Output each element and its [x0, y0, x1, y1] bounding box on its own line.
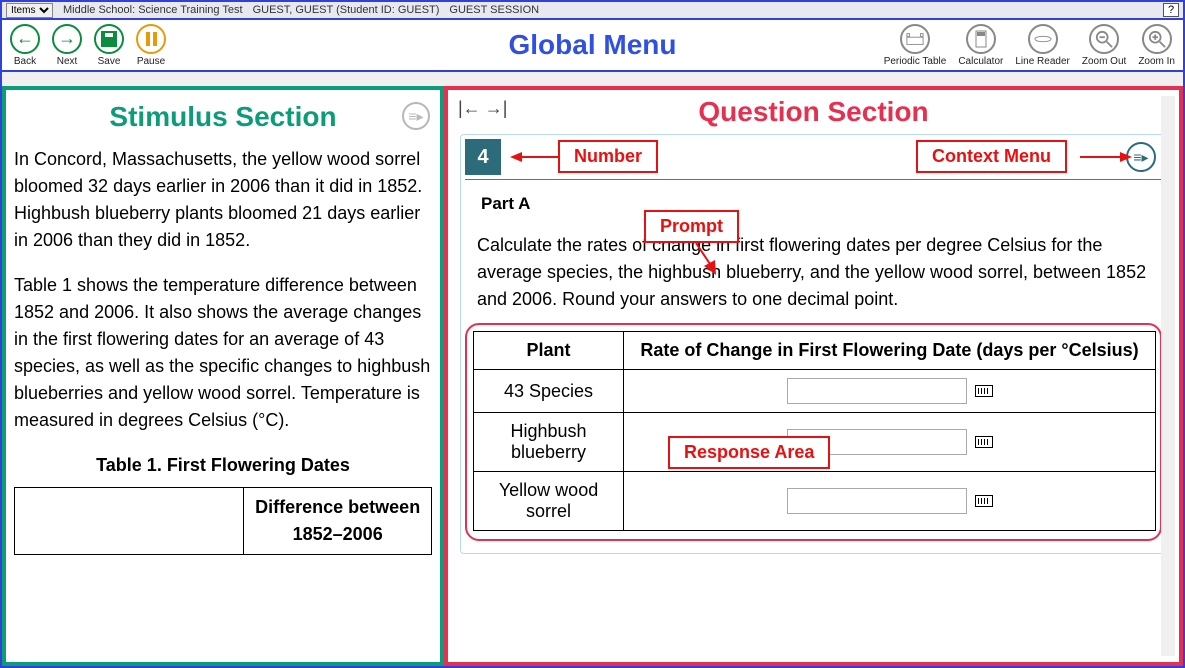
resp-row1-label: 43 Species [474, 370, 624, 413]
question-section-title: Question Section [458, 96, 1169, 128]
arrow-context-menu [1080, 150, 1132, 164]
resp-col1-header: Plant [474, 332, 624, 370]
next-button[interactable]: → Next [52, 24, 82, 67]
calculator-button[interactable]: Calculator [958, 24, 1003, 67]
label-response-area: Response Area [668, 436, 830, 469]
stimulus-section-title: Stimulus Section [14, 96, 432, 138]
zoomout-label: Zoom Out [1082, 56, 1126, 67]
periodic-table-icon [900, 24, 930, 54]
resp-row3-label: Yellow wood sorrel [474, 472, 624, 531]
stimulus-table-col2: Difference between 1852–2006 [244, 488, 432, 555]
periodic-table-button[interactable]: Periodic Table [884, 24, 947, 67]
stimulus-table-title: Table 1. First Flowering Dates [14, 452, 432, 479]
line-reader-icon [1028, 24, 1058, 54]
zoom-in-icon [1142, 24, 1172, 54]
collapse-left-icon[interactable]: |← [458, 98, 481, 119]
floppy-icon [94, 24, 124, 54]
linereader-label: Line Reader [1015, 56, 1069, 67]
resp-input-sorrel[interactable] [787, 488, 967, 514]
label-prompt: Prompt [644, 210, 739, 243]
zoom-out-button[interactable]: Zoom Out [1082, 24, 1126, 67]
global-menu-title: Global Menu [509, 29, 677, 61]
back-label: Back [14, 56, 36, 67]
question-part-label: Part A [481, 194, 1150, 214]
resp-input-43-species[interactable] [787, 378, 967, 404]
session-label: GUEST SESSION [449, 4, 539, 16]
stimulus-paragraph-2: Table 1 shows the temperature difference… [14, 272, 432, 434]
save-label: Save [98, 56, 121, 67]
label-number: Number [558, 140, 658, 173]
keyboard-icon[interactable] [975, 385, 993, 397]
back-button[interactable]: ← Back [10, 24, 40, 67]
back-arrow-icon: ← [10, 24, 40, 54]
save-button[interactable]: Save [94, 24, 124, 67]
question-number: 4 [465, 139, 501, 175]
zoom-out-icon [1089, 24, 1119, 54]
question-card: 4 ≡▸ Part A Calculate the rates of chang… [460, 134, 1167, 554]
pause-label: Pause [137, 56, 165, 67]
arrow-number [510, 150, 560, 164]
keyboard-icon[interactable] [975, 495, 993, 507]
label-context-menu: Context Menu [916, 140, 1067, 173]
response-area: Plant Rate of Change in First Flowering … [465, 323, 1162, 541]
question-scrollbar[interactable] [1161, 96, 1175, 656]
expand-right-icon[interactable]: →| [485, 98, 508, 119]
question-prompt: Calculate the rates of change in first f… [477, 232, 1150, 313]
question-section: |← →| Question Section 4 ≡▸ Part A Calcu… [444, 86, 1183, 666]
pause-icon [136, 24, 166, 54]
arrow-prompt [690, 243, 720, 277]
resp-row2-label: Highbush blueberry [474, 413, 624, 472]
calculator-icon [966, 24, 996, 54]
zoom-in-button[interactable]: Zoom In [1138, 24, 1175, 67]
title-bar: Items Middle School: Science Training Te… [0, 0, 1185, 18]
test-name: Middle School: Science Training Test [63, 4, 243, 16]
calculator-label: Calculator [958, 56, 1003, 67]
global-menu-toolbar: ← Back → Next Save Pause Global Menu Per… [0, 18, 1185, 72]
line-reader-button[interactable]: Line Reader [1015, 24, 1069, 67]
stimulus-paragraph-1: In Concord, Massachusetts, the yellow wo… [14, 146, 432, 254]
resp-col2-header: Rate of Change in First Flowering Date (… [624, 332, 1156, 370]
help-button[interactable]: ? [1163, 3, 1179, 17]
next-label: Next [57, 56, 78, 67]
zoomin-label: Zoom In [1138, 56, 1175, 67]
keyboard-icon[interactable] [975, 436, 993, 448]
response-table: Plant Rate of Change in First Flowering … [473, 331, 1156, 531]
items-dropdown[interactable]: Items [6, 3, 53, 18]
periodic-label: Periodic Table [884, 56, 947, 67]
next-arrow-icon: → [52, 24, 82, 54]
stimulus-section: ≡▸ Stimulus Section In Concord, Massachu… [2, 86, 444, 666]
pause-button[interactable]: Pause [136, 24, 166, 67]
student-id: GUEST, GUEST (Student ID: GUEST) [253, 4, 440, 16]
stimulus-table: Difference between 1852–2006 [14, 487, 432, 555]
stimulus-context-menu-button[interactable]: ≡▸ [402, 102, 430, 130]
